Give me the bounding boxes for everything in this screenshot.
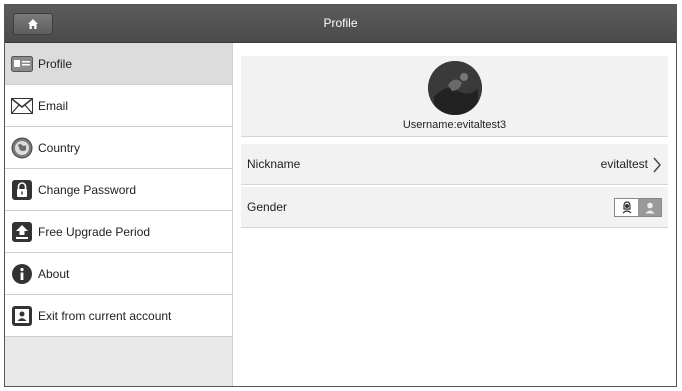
profile-panel: Username:evitaltest3 Nickname evitaltest…	[233, 43, 676, 386]
home-button[interactable]	[13, 13, 53, 35]
sidebar-item-free-upgrade-period[interactable]: Free Upgrade Period	[5, 211, 232, 253]
sidebar-item-about[interactable]: About	[5, 253, 232, 295]
sidebar-item-label: Profile	[38, 56, 73, 71]
page-title: Profile	[323, 16, 358, 30]
profile-header-card: Username:evitaltest3	[241, 56, 668, 137]
sidebar-item-label: Free Upgrade Period	[38, 224, 151, 239]
user-card-icon	[11, 305, 33, 327]
info-icon	[11, 263, 33, 285]
gender-female-option[interactable]	[615, 199, 638, 216]
sidebar-item-change-password[interactable]: Change Password	[5, 169, 232, 211]
gender-male-option[interactable]	[638, 199, 661, 216]
avatar[interactable]	[427, 61, 482, 115]
nickname-row[interactable]: Nickname evitaltest	[241, 144, 668, 185]
sidebar-item-email[interactable]: Email	[5, 85, 232, 127]
sidebar-item-country[interactable]: Country	[5, 127, 232, 169]
sidebar-item-label: About	[38, 266, 70, 281]
home-icon	[28, 19, 38, 29]
username-label: Username:evitaltest3	[402, 119, 507, 131]
sidebar: Profile Email Country Change Password Fr…	[5, 43, 233, 386]
female-icon	[622, 201, 631, 214]
gender-toggle[interactable]	[614, 198, 662, 217]
nickname-label: Nickname	[247, 157, 301, 171]
sidebar-item-exit[interactable]: Exit from current account	[5, 295, 232, 337]
gender-row: Gender	[241, 187, 668, 228]
sidebar-item-label: Exit from current account	[38, 308, 172, 323]
nickname-value: evitaltest	[600, 157, 648, 171]
male-icon	[645, 202, 654, 214]
envelope-icon	[11, 95, 33, 117]
chevron-right-icon	[653, 157, 661, 173]
sidebar-item-label: Change Password	[38, 182, 137, 197]
upload-icon	[11, 221, 33, 243]
sidebar-item-label: Email	[38, 98, 69, 113]
id-card-icon	[11, 53, 33, 75]
app-window: Profile Profile Email Country Change Pas…	[4, 4, 677, 387]
globe-icon	[11, 137, 33, 159]
lock-icon	[11, 179, 33, 201]
top-bar: Profile	[5, 5, 676, 43]
gender-label: Gender	[247, 200, 288, 214]
sidebar-item-label: Country	[38, 140, 81, 155]
sidebar-item-profile[interactable]: Profile	[5, 43, 232, 85]
